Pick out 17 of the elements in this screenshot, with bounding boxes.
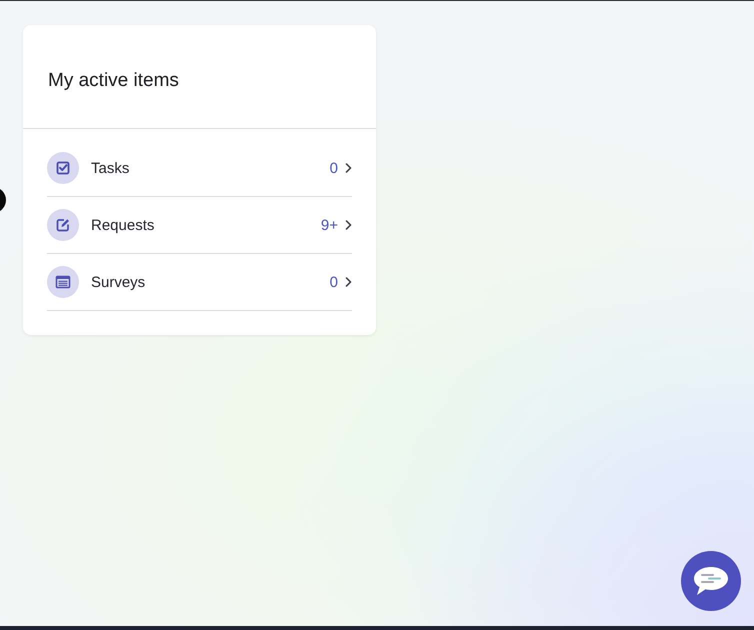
list-item[interactable]: Requests 9+ (47, 197, 352, 254)
item-count: 9+ (320, 216, 338, 234)
item-count: 0 (330, 274, 338, 290)
list-window-icon (47, 266, 79, 298)
item-count: 0 (330, 160, 338, 176)
chevron-icon (345, 220, 352, 230)
card-title: My active items (48, 70, 180, 92)
list-item[interactable]: Tasks 0 (47, 140, 352, 197)
chat-icon (693, 566, 729, 596)
item-label: Requests (91, 216, 156, 234)
item-label: Surveys (91, 274, 146, 290)
edit-icon (47, 209, 79, 241)
item-label: Tasks (91, 160, 130, 176)
chevron-icon (345, 277, 352, 287)
checkbox-icon (47, 152, 79, 184)
chevron-icon (345, 163, 352, 173)
list-item[interactable]: Surveys 0 (47, 254, 352, 311)
